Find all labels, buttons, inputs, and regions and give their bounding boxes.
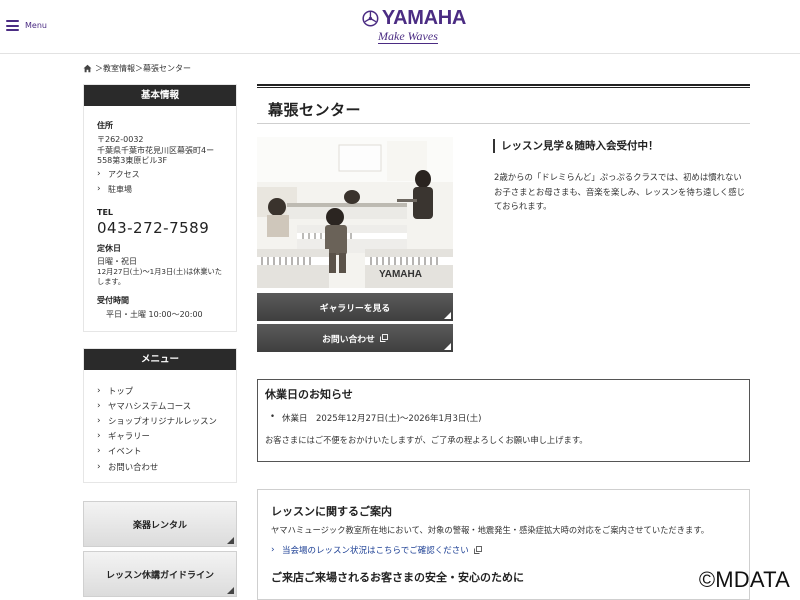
yamaha-logo[interactable]: YAMAHA Make Waves xyxy=(362,7,466,49)
holiday-notice-box: 休業日のお知らせ • 休業日 2025年12月27日(土)～2026年1月3日(… xyxy=(257,379,750,462)
chevron-right-icon: › xyxy=(97,461,101,472)
side-menu-item-event[interactable]: › イベント xyxy=(97,444,224,459)
external-link-icon xyxy=(473,546,482,554)
hours-label: 受付時間 xyxy=(97,296,129,305)
side-menu-item-label: お問い合わせ xyxy=(108,461,159,472)
tuning-fork-emblem-icon xyxy=(362,9,379,27)
page-title: 幕張センター xyxy=(268,101,362,119)
corner-arrow-icon xyxy=(444,312,451,319)
breadcrumb-path[interactable]: ＞教室情報＞幕張センター xyxy=(95,63,191,74)
classroom-photo: YAMAHA xyxy=(257,137,453,288)
address-line-1: 千葉県千葉市花見川区幕張町4ー xyxy=(97,145,215,155)
lesson-cancel-guideline-label: レッスン休講ガイドライン xyxy=(105,570,214,581)
contact-button[interactable]: お問い合わせ xyxy=(257,324,453,352)
chevron-right-icon: › xyxy=(97,446,101,457)
parking-link[interactable]: › 駐車場 xyxy=(97,184,224,195)
safety-heading: ご来店ご来場されるお客さまの安全・安心のために xyxy=(271,571,524,584)
access-link-label: アクセス xyxy=(108,169,140,179)
bullet-dot-icon: • xyxy=(270,412,276,422)
chevron-right-icon: › xyxy=(97,169,101,179)
side-menu-item-label: ショップオリジナルレッスン xyxy=(108,415,217,426)
holiday-note-line-2: します。 xyxy=(97,277,126,286)
basic-info-heading: 基本情報 xyxy=(84,85,236,106)
postal-code: 〒262-0032 xyxy=(97,135,144,144)
menu-button[interactable]: Menu xyxy=(6,20,47,31)
holiday-notice-note: お客さまにはご不便をおかけいたしますが、ご了承の程よろしくお願い申し上げます。 xyxy=(265,435,588,445)
side-menu-item-top[interactable]: › トップ xyxy=(97,383,224,398)
svg-text:YAMAHA: YAMAHA xyxy=(379,269,422,280)
side-menu-item-label: トップ xyxy=(108,385,134,396)
chevron-right-icon: › xyxy=(97,385,101,396)
hamburger-icon xyxy=(6,20,19,31)
parking-link-label: 駐車場 xyxy=(108,184,132,194)
view-gallery-label: ギャラリーを見る xyxy=(319,303,391,314)
holiday-note-line-1: 12月27日(土)～1月3日(土)は休業いた xyxy=(97,267,222,276)
corner-arrow-icon xyxy=(227,587,234,594)
holiday-days: 日曜・祝日 xyxy=(97,256,137,266)
hours-value: 平日・土曜 10:00～20:00 xyxy=(106,310,203,319)
tel-label: TEL xyxy=(97,207,114,217)
home-icon[interactable] xyxy=(83,64,92,73)
tel-number[interactable]: 043-272-7589 xyxy=(97,219,224,237)
chevron-right-icon: › xyxy=(97,431,101,442)
access-link[interactable]: › アクセス xyxy=(97,169,224,180)
lesson-trial-text: 2歳からの「ドレミらんど」ぷっぷるクラスでは、初めは慣れないお子さまとお母さまも… xyxy=(494,172,745,212)
title-divider xyxy=(257,123,750,124)
corner-arrow-icon xyxy=(444,343,451,350)
lesson-cancel-guideline-button[interactable]: レッスン休講ガイドライン xyxy=(83,551,237,597)
lesson-status-link-label: 当会場のレッスン状況はこちらでご確認ください xyxy=(282,546,469,556)
instrument-rental-button[interactable]: 楽器レンタル xyxy=(83,501,237,547)
chevron-right-icon: › xyxy=(271,545,275,555)
chevron-right-icon: › xyxy=(97,400,101,411)
chevron-right-icon: › xyxy=(97,184,101,194)
classroom-photo-illustration: YAMAHA xyxy=(257,137,453,288)
side-menu-item-gallery[interactable]: › ギャラリー xyxy=(97,429,224,444)
side-menu-item-original-lesson[interactable]: › ショップオリジナルレッスン xyxy=(97,413,224,428)
lesson-guide-box: レッスンに関するご案内 ヤマハミュージック教室所在地において、対象の警報・地震発… xyxy=(257,489,750,600)
side-menu-item-contact[interactable]: › お問い合わせ xyxy=(97,459,224,474)
holiday-notice-item: • 休業日 2025年12月27日(土)～2026年1月3日(土) xyxy=(270,412,742,424)
lesson-status-link[interactable]: › 当会場のレッスン状況はこちらでご確認ください xyxy=(271,544,736,556)
lesson-trial-heading: レッスン見学＆随時入会受付中！ xyxy=(493,139,659,153)
breadcrumb: ＞教室情報＞幕張センター xyxy=(83,63,191,74)
logo-tagline: Make Waves xyxy=(378,29,438,44)
side-menu-heading: メニュー xyxy=(84,349,236,370)
side-menu-item-system-course[interactable]: › ヤマハシステムコース xyxy=(97,398,224,413)
side-menu-item-label: イベント xyxy=(108,446,142,457)
logo-wordmark: YAMAHA xyxy=(381,7,466,29)
corner-arrow-icon xyxy=(227,537,234,544)
address-label: 住所 xyxy=(97,121,113,130)
side-menu-panel: メニュー › トップ › ヤマハシステムコース › ショップオリジナルレッスン … xyxy=(83,348,237,483)
view-gallery-button[interactable]: ギャラリーを見る xyxy=(257,293,453,321)
address-line-2: 558第3東原ビル3F xyxy=(97,156,168,165)
site-header: Menu YAMAHA Make Waves xyxy=(0,0,800,54)
side-menu-item-label: ヤマハシステムコース xyxy=(108,400,192,411)
watermark-text: ©MDATA xyxy=(698,567,790,592)
instrument-rental-label: 楽器レンタル xyxy=(132,520,187,531)
holiday-notice-title: 休業日のお知らせ xyxy=(265,388,353,401)
menu-label: Menu xyxy=(25,21,47,30)
holiday-label: 定休日 xyxy=(97,243,121,253)
side-menu-item-label: ギャラリー xyxy=(108,431,150,442)
contact-label: お問い合わせ xyxy=(322,334,375,345)
holiday-notice-dates: 休業日 2025年12月27日(土)～2026年1月3日(土) xyxy=(282,414,482,424)
external-link-icon xyxy=(379,334,388,342)
chevron-right-icon: › xyxy=(97,415,101,426)
lesson-guide-title: レッスンに関するご案内 xyxy=(271,505,392,518)
title-rule xyxy=(257,84,750,88)
basic-info-panel: 基本情報 住所 〒262-0032 千葉県千葉市花見川区幕張町4ー 558第3東… xyxy=(83,84,237,332)
lesson-guide-text: ヤマハミュージック教室所在地において、対象の警報・地震発生・感染症拡大時の対応を… xyxy=(271,525,710,535)
